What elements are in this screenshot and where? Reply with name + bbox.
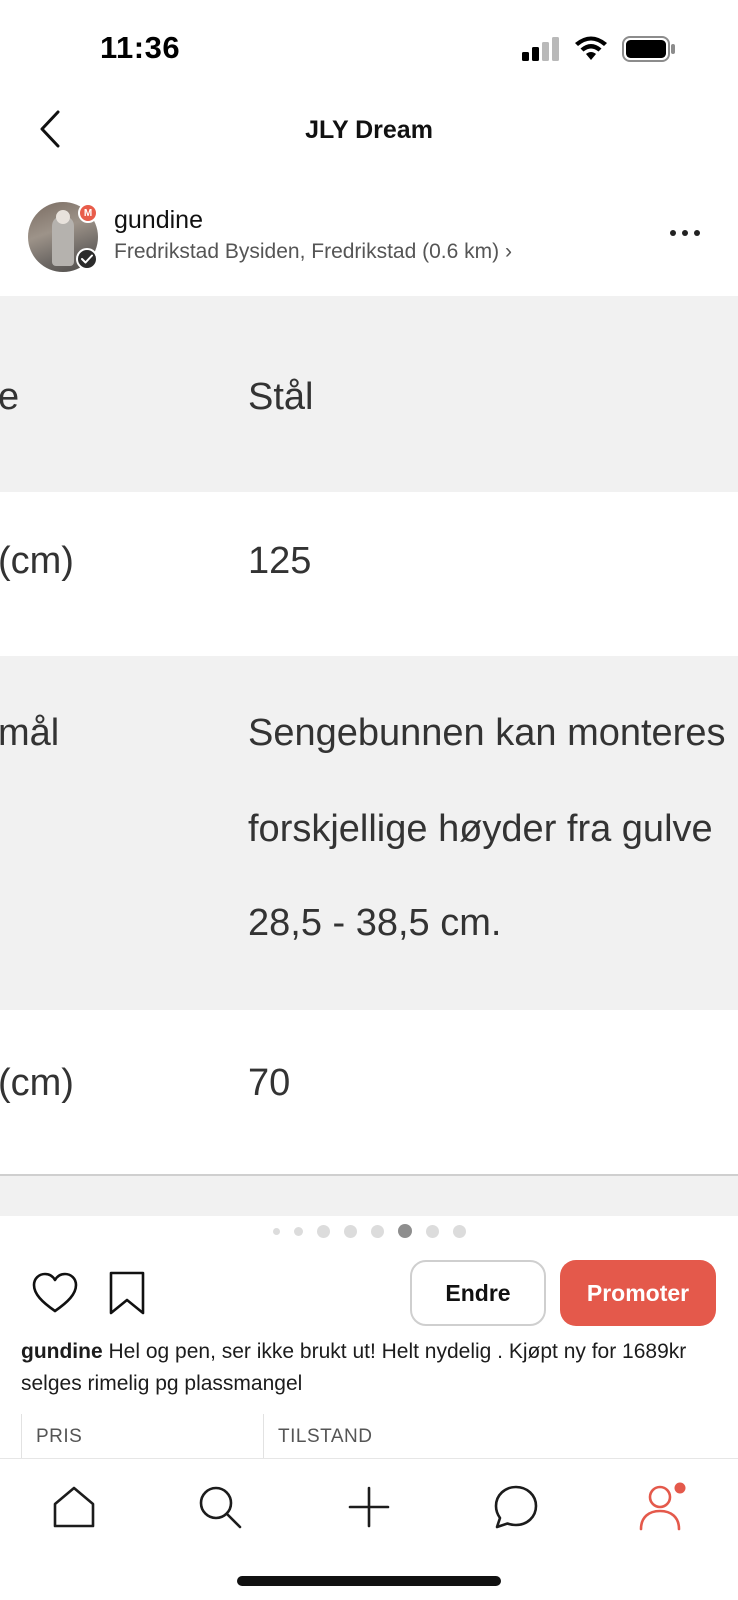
battery-icon bbox=[622, 36, 675, 62]
seller-location[interactable]: Fredrikstad Bysiden, Fredrikstad (0.6 km… bbox=[114, 240, 512, 264]
price-label: PRIS bbox=[21, 1414, 263, 1458]
listing-description: gundine Hel og pen, ser ikke brukt ut! H… bbox=[21, 1336, 721, 1400]
bookmark-icon bbox=[109, 1271, 145, 1315]
chat-icon bbox=[494, 1485, 538, 1529]
search-icon bbox=[199, 1486, 242, 1529]
signal-icon bbox=[522, 37, 559, 61]
wifi-icon bbox=[575, 36, 607, 60]
pagination-dot[interactable] bbox=[397, 1224, 412, 1238]
spec-value: Stål bbox=[248, 376, 314, 418]
status-bar: 11:36 bbox=[0, 0, 738, 100]
ellipsis-icon bbox=[682, 230, 688, 236]
description-username[interactable]: gundine bbox=[21, 1340, 103, 1363]
spec-value-line: Sengebunnen kan monteres bbox=[248, 712, 726, 754]
pagination-dot[interactable] bbox=[452, 1224, 466, 1238]
spec-row: (cm) 125 bbox=[0, 492, 738, 656]
pagination-dot[interactable] bbox=[272, 1227, 280, 1235]
nav-header: JLY Dream bbox=[0, 96, 738, 166]
avatar-head bbox=[56, 210, 70, 224]
tab-profile[interactable] bbox=[634, 1477, 694, 1537]
tab-home[interactable] bbox=[44, 1477, 104, 1537]
tab-messages[interactable] bbox=[486, 1477, 546, 1537]
ellipsis-icon bbox=[670, 230, 676, 236]
more-options-button[interactable] bbox=[660, 218, 710, 248]
verified-badge bbox=[76, 248, 98, 270]
member-badge: M bbox=[78, 203, 98, 223]
tab-new-listing[interactable] bbox=[339, 1477, 399, 1537]
action-row: Endre Promoter bbox=[0, 1258, 738, 1328]
condition-label: TILSTAND bbox=[263, 1414, 563, 1458]
save-button[interactable] bbox=[108, 1270, 146, 1316]
spec-row: (cm) 70 bbox=[0, 1010, 738, 1174]
ellipsis-icon bbox=[694, 230, 700, 236]
promote-button[interactable]: Promoter bbox=[560, 1260, 716, 1326]
status-time: 11:36 bbox=[100, 30, 181, 65]
spec-row: e Stål bbox=[0, 296, 738, 492]
photo-pagination[interactable] bbox=[0, 1224, 738, 1238]
pagination-dot[interactable] bbox=[370, 1224, 384, 1238]
notification-dot bbox=[674, 1482, 686, 1494]
heart-icon bbox=[32, 1272, 78, 1313]
description-text: Hel og pen, ser ikke brukt ut! Helt nyde… bbox=[21, 1340, 687, 1395]
pagination-dot[interactable] bbox=[293, 1226, 303, 1236]
spec-value-line: 28,5 - 38,5 cm. bbox=[248, 902, 502, 944]
check-icon bbox=[81, 254, 93, 264]
tab-search[interactable] bbox=[190, 1477, 250, 1537]
spec-label: (cm) bbox=[0, 540, 74, 582]
spec-row bbox=[0, 1176, 738, 1216]
edit-button[interactable]: Endre bbox=[410, 1260, 546, 1326]
pagination-dot[interactable] bbox=[316, 1224, 330, 1238]
plus-icon bbox=[348, 1486, 390, 1528]
seller-name[interactable]: gundine bbox=[114, 206, 203, 235]
spec-label: (cm) bbox=[0, 1062, 74, 1104]
pagination-dot[interactable] bbox=[343, 1224, 357, 1238]
pagination-dot[interactable] bbox=[425, 1224, 439, 1238]
spec-value: 125 bbox=[248, 540, 312, 582]
spec-value: 70 bbox=[248, 1062, 291, 1104]
home-indicator bbox=[237, 1576, 501, 1586]
listing-photo[interactable]: e Stål (cm) 125 mål Sengebunnen kan mont… bbox=[0, 296, 738, 1216]
home-icon bbox=[53, 1486, 95, 1528]
info-headers: PRIS TILSTAND bbox=[0, 1414, 738, 1458]
status-icons bbox=[522, 36, 676, 62]
seller-row[interactable]: gundine Fredrikstad Bysiden, Fredrikstad… bbox=[0, 196, 738, 286]
spec-label: e bbox=[0, 376, 20, 418]
spec-row: mål Sengebunnen kan monteres forskjellig… bbox=[0, 656, 738, 1010]
spec-label: mål bbox=[0, 712, 60, 754]
page-title: JLY Dream bbox=[305, 116, 433, 144]
profile-icon bbox=[639, 1482, 686, 1531]
spec-value-line: forskjellige høyder fra gulve bbox=[248, 808, 713, 850]
like-button[interactable] bbox=[32, 1272, 78, 1316]
